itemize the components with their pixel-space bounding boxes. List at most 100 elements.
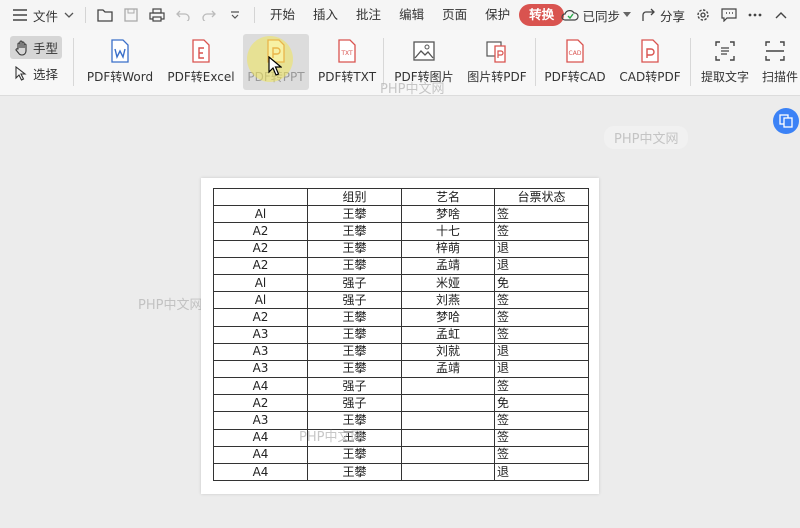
header-cell [213, 187, 308, 207]
print-icon[interactable] [146, 4, 168, 26]
open-folder-icon[interactable] [94, 4, 116, 26]
sync-status[interactable]: 已同步 [556, 0, 636, 30]
watermark: PHP中文网 [299, 430, 364, 445]
table-cell [401, 394, 495, 413]
divider [690, 38, 691, 86]
tab-page[interactable]: 页面 [433, 4, 476, 26]
table-cell: 孟靖 [401, 256, 495, 275]
extract-text-button[interactable]: 提取文字 [698, 34, 752, 90]
header-cell: 组别 [307, 187, 402, 207]
select-tool-button[interactable]: 选择 [15, 64, 58, 83]
more-icon[interactable] [744, 4, 766, 26]
hamburger-icon [13, 9, 27, 21]
table-cell: 签 [494, 308, 589, 327]
table-row: Al 王攀 梦啥签 [213, 205, 589, 224]
table-cell: 王攀 [307, 445, 402, 465]
image-to-pdf-button[interactable]: 图片转PDF [464, 34, 530, 90]
table-cell: 孟靖 [401, 359, 495, 379]
table-row: Al 强子 米娅免 [213, 273, 589, 293]
table-row: A3 王攀签 [213, 411, 589, 430]
table-cell [401, 462, 495, 482]
collapse-icon[interactable] [770, 4, 792, 26]
share-label: 分享 [659, 8, 685, 24]
redo-icon[interactable] [198, 4, 220, 26]
pdf-to-word-label: PDF转Word [86, 70, 154, 84]
pdf-to-cad-label: PDF转CAD [544, 70, 606, 84]
image-to-pdf-label: 图片转PDF [467, 70, 527, 84]
table-cell: 米娅 [401, 273, 495, 293]
share-button[interactable]: 分享 [636, 0, 690, 30]
undo-icon[interactable] [172, 4, 194, 26]
table-cell: A2 [213, 256, 308, 275]
tab-edit[interactable]: 编辑 [390, 4, 433, 26]
hand-tool-button[interactable]: 手型 [10, 36, 63, 59]
tab-comment[interactable]: 批注 [347, 4, 390, 26]
table-cell: 王攀 [307, 462, 402, 482]
table-cell: Al [213, 273, 308, 293]
tab-home[interactable]: 开始 [261, 4, 304, 26]
table-cell: A4 [213, 462, 308, 482]
table-cell [401, 377, 495, 396]
table-cell: 签 [494, 291, 589, 310]
svg-text:TXT: TXT [340, 50, 353, 57]
more-dropdown-icon[interactable] [224, 4, 246, 26]
gear-icon[interactable] [692, 4, 714, 26]
table-row: A3 王攀 孟虹签 [213, 325, 589, 344]
message-icon[interactable] [718, 4, 740, 26]
cursor-icon [15, 66, 27, 81]
header-cell: 台票状态 [494, 187, 589, 207]
table-cell [401, 445, 495, 465]
watermark: PHP中文网 [604, 126, 689, 149]
file-menu[interactable]: 文件 [8, 0, 79, 30]
table-cell: 签 [494, 222, 589, 241]
table-cell: A3 [213, 342, 308, 361]
table-cell: A2 [213, 239, 308, 258]
table-cell: 十七 [401, 222, 495, 241]
table-cell: 签 [494, 377, 589, 396]
scan-button[interactable]: 扫描件 [762, 34, 800, 90]
table-cell: A4 [213, 428, 308, 447]
pdf-cad-icon: CAD [566, 39, 584, 63]
table-cell: A3 [213, 325, 308, 344]
table-cell: 签 [494, 445, 589, 465]
pdf-to-txt-button[interactable]: TXT PDF转TXT [316, 34, 378, 90]
table-row: A3 王攀 孟靖退 [213, 359, 589, 379]
convert-icon [779, 114, 793, 128]
table-cell: 王攀 [307, 205, 402, 224]
table-cell: 梦哈 [401, 308, 495, 327]
table-cell: 退 [494, 462, 589, 482]
table-cell: 王攀 [307, 239, 402, 258]
pdf-word-icon [111, 39, 129, 63]
pdf-to-excel-button[interactable]: PDF转Excel [166, 34, 236, 90]
file-label: 文件 [33, 8, 59, 24]
tab-protect[interactable]: 保护 [476, 4, 519, 26]
table-row: A4 王攀 签 [213, 445, 589, 465]
image-pdf-icon [486, 41, 506, 63]
table-cell: A4 [213, 445, 308, 465]
scan-icon [765, 41, 785, 61]
table-cell: 王攀 [307, 308, 402, 327]
table-cell: 强子 [307, 291, 402, 310]
table-row: A2 王攀 孟靖退 [213, 256, 589, 275]
table-cell: 签 [494, 428, 589, 447]
sync-label: 已同步 [582, 8, 620, 24]
table-row: A3 王攀 刘就退 [213, 342, 589, 361]
pdf-to-cad-button[interactable]: CAD PDF转CAD [543, 34, 607, 90]
table-cell: A2 [213, 222, 308, 241]
save-icon[interactable] [120, 4, 142, 26]
table-cell: 退 [494, 342, 589, 361]
select-tool-label: 选择 [33, 67, 59, 82]
hand-tool-label: 手型 [33, 41, 59, 56]
cad-to-pdf-button[interactable]: CAD转PDF [617, 34, 683, 90]
side-convert-button[interactable] [773, 108, 799, 134]
table-row: A4 强子 签 [213, 377, 589, 396]
hand-icon [15, 39, 27, 56]
pdf-to-word-button[interactable]: PDF转Word [84, 34, 156, 90]
cad-pdf-icon [641, 39, 659, 63]
share-icon [642, 8, 655, 21]
table-cell: 孟虹 [401, 325, 495, 344]
table-cell: Al [213, 205, 308, 224]
tab-insert[interactable]: 插入 [304, 4, 347, 26]
divider [73, 38, 74, 86]
table-row: A4 王攀签 [213, 428, 589, 447]
